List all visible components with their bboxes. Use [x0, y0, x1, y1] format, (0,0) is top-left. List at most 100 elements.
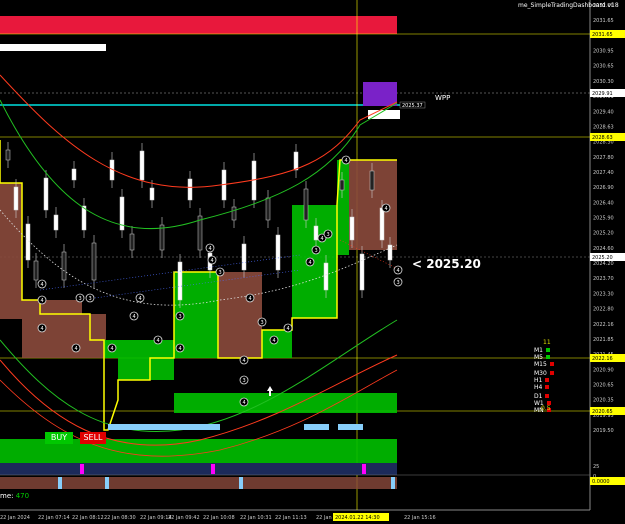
- current-price-readout: < 2025.20: [412, 257, 481, 271]
- ma-marker-label: 4: [139, 296, 142, 302]
- ma-marker-label: 4: [321, 236, 324, 242]
- ma-marker-label: 3: [79, 296, 82, 302]
- timeframe-status-icon: [545, 378, 550, 382]
- ma-marker-label: 4: [209, 246, 212, 252]
- candle-body: [159, 224, 165, 251]
- indicator-spike: [211, 464, 215, 474]
- timeframe-label: M30: [534, 370, 547, 377]
- ma-marker-label: 4: [41, 298, 44, 304]
- ma-marker-label: 4: [249, 296, 252, 302]
- buy-button[interactable]: BUY: [45, 432, 73, 444]
- candle-body: [293, 151, 299, 171]
- price-axis-label: 2031.65: [593, 18, 614, 24]
- zone-box: [82, 314, 106, 358]
- ma-marker-label: 4: [211, 258, 214, 264]
- timeframe-label: H4: [534, 384, 543, 391]
- zone-box: [218, 272, 262, 358]
- ma-marker-label: 3: [261, 320, 264, 326]
- candle-body: [43, 177, 49, 211]
- candle-body: [187, 178, 193, 201]
- price-axis-label: 2027.40: [593, 170, 614, 176]
- price-axis-label: 2025.90: [593, 216, 614, 222]
- volume-value: 470: [15, 492, 30, 500]
- timeframe-h4: H4: [534, 384, 550, 391]
- time-axis-label: 22 Jan 07:14: [38, 515, 70, 521]
- price-axis-label: 2024.20: [593, 261, 614, 267]
- timeframe-status-icon: [546, 355, 550, 359]
- candle-body: [323, 262, 329, 291]
- candle-body: [61, 251, 67, 281]
- candle-body: [91, 242, 97, 281]
- ma-marker-label: 4: [287, 326, 290, 332]
- timeframe-m15: M15: [534, 361, 554, 368]
- candle-body: [313, 225, 319, 241]
- candle-body: [5, 149, 11, 161]
- price-axis-label: 2023.70: [593, 276, 614, 282]
- volume-label: me:: [0, 492, 14, 500]
- candle-body: [149, 187, 155, 201]
- candle-body: [379, 207, 385, 241]
- timeframe-m5: M5: [534, 354, 550, 361]
- white-level-bar: [0, 44, 106, 51]
- timeframe-label: M15: [534, 361, 547, 368]
- candle-body: [129, 233, 135, 251]
- ma-marker-label: 4: [397, 268, 400, 274]
- price-tag-label: 2029.91: [592, 91, 613, 97]
- timeframe-d1: D1: [534, 393, 550, 400]
- candle-body: [71, 168, 77, 181]
- candle-body: [275, 234, 281, 271]
- price-axis-label: 2030.65: [593, 64, 614, 70]
- price-axis-label: 2030.95: [593, 49, 614, 55]
- light-blue-bar: [108, 424, 220, 430]
- price-axis-label: 2022.16: [593, 322, 614, 328]
- time-axis-label: 22 Jan 09:42: [168, 515, 200, 521]
- price-tag-label: 2031.65: [592, 32, 613, 38]
- price-axis-label: 2022.80: [593, 307, 614, 313]
- volume-spike: [239, 477, 243, 489]
- purple-zone: [363, 82, 397, 106]
- candle-body: [265, 197, 271, 221]
- timeframe-m1: M1: [534, 347, 550, 354]
- time-axis-label: 22 Jan 2024: [0, 515, 30, 521]
- price-tag-label: 2020.65: [592, 409, 613, 415]
- time-axis-label: 22 Jan 10:08: [203, 515, 235, 521]
- indicator-spike: [80, 464, 84, 474]
- ma-marker-label: 3: [243, 378, 246, 384]
- price-chart[interactable]: 2025.374443 34444344434344344434344434203…: [0, 0, 625, 524]
- timeframe-label: D1: [534, 393, 543, 400]
- price-axis-label: 2025.20: [593, 231, 614, 237]
- candle-body: [139, 150, 145, 181]
- ma-marker-label: 3: [397, 280, 400, 286]
- tf-bottom-value: 0.5: [541, 405, 551, 412]
- candle-body: [241, 243, 247, 271]
- candle-body: [13, 186, 19, 211]
- price-axis-label: 2021.85: [593, 337, 614, 343]
- ma-marker-label: 3: [315, 248, 318, 254]
- price-axis-label: 2029.40: [593, 109, 614, 115]
- ma-marker-label: 4: [385, 206, 388, 212]
- price-tag-label: 2022.16: [592, 356, 613, 362]
- price-axis-label: 2030.30: [593, 79, 614, 85]
- sell-zone-bar: [0, 16, 397, 34]
- ma-marker-label: 4: [75, 346, 78, 352]
- price-axis-label: 2020.35: [593, 398, 614, 404]
- candle-body: [53, 214, 59, 231]
- ma-marker-label: 4: [273, 338, 276, 344]
- candle-body: [339, 179, 345, 191]
- ma-marker-label: 3: [89, 296, 92, 302]
- price-axis-label: 2020.65: [593, 382, 614, 388]
- candle-body: [231, 206, 237, 221]
- light-blue-bar: [304, 424, 329, 430]
- zone-box: [262, 330, 292, 358]
- sell-button[interactable]: SELL: [80, 432, 106, 444]
- ma-marker-label: 4: [345, 158, 348, 164]
- price-axis-label: 2024.60: [593, 246, 614, 252]
- ma-marker-label: 3: [179, 314, 182, 320]
- indicator-axis-label: 25: [593, 464, 599, 470]
- candle-body: [303, 188, 309, 221]
- small-price-label: 2025.37: [402, 103, 423, 109]
- ma-marker-label: 3: [219, 270, 222, 276]
- price-axis-label: 2026.90: [593, 185, 614, 191]
- timeframe-label: H1: [534, 377, 543, 384]
- ma-marker-label: 4: [41, 326, 44, 332]
